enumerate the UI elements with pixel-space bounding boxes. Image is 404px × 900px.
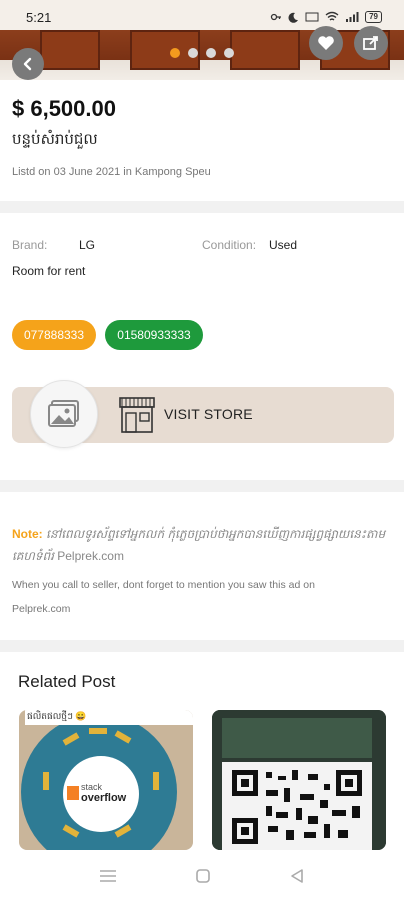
qr-code-image [212, 710, 386, 850]
section-divider [0, 201, 404, 213]
listing-date-location: Listd on 03 June 2021 in Kampong Speu [12, 166, 211, 178]
image-placeholder-icon [48, 400, 79, 427]
home-icon[interactable] [195, 868, 211, 884]
status-time: 5:21 [26, 9, 52, 25]
pager-dot[interactable] [224, 48, 234, 58]
category-text: Room for rent [12, 264, 86, 278]
note-site: Pelprek.com [57, 549, 124, 563]
listing-title: បន្ទប់សំរាប់ជួល [12, 131, 98, 148]
call-button-1[interactable]: 077888333 [12, 320, 96, 350]
battery-icon: 79 [365, 11, 382, 23]
stack-overflow-sticker-image [19, 710, 193, 850]
brand-label: Brand: [12, 238, 48, 252]
visit-store-label: VISIT STORE [164, 406, 253, 422]
brand-value: LG [79, 238, 96, 252]
key-icon [270, 13, 282, 21]
system-nav-bar [0, 852, 404, 900]
back-triangle-icon[interactable] [289, 868, 305, 884]
signal-icon [346, 12, 359, 22]
section-divider [0, 480, 404, 492]
stack-overflow-logo-text: stack overflow [81, 782, 127, 804]
share-icon [363, 36, 378, 50]
note-english-site: Pelprek.com [12, 603, 71, 615]
image-pager [170, 48, 234, 58]
moon-icon [288, 12, 299, 23]
chevron-left-icon [23, 57, 32, 71]
status-icons: 79 [270, 11, 382, 23]
note-english-text: When you call to seller, dont forget to … [12, 579, 315, 591]
condition-label: Condition: [202, 238, 257, 252]
condition-value: Used [269, 238, 298, 252]
pager-dot[interactable] [206, 48, 216, 58]
related-post-caption: ផលិតផលថ្មីៗ 😀 [25, 710, 193, 725]
back-button[interactable] [12, 48, 44, 80]
note-english: When you call to seller, dont forget to … [12, 573, 396, 621]
related-post-card[interactable]: ផលិតផលថ្មីៗ 😀 stack overflow [19, 710, 193, 850]
call-button-2[interactable]: 01580933333 [105, 320, 203, 350]
pager-dot[interactable] [170, 48, 180, 58]
door-shape [230, 30, 300, 70]
door-shape [40, 30, 100, 70]
speed-icon [305, 12, 319, 22]
note-label: Note: [12, 527, 43, 541]
store-avatar[interactable] [30, 380, 98, 448]
note-text: Note: នៅពេលទូរស័ព្ទទៅអ្នកលក់ កុំភ្លេចប្រ… [12, 523, 396, 567]
related-post-card[interactable] [212, 710, 386, 850]
store-icon [119, 397, 155, 433]
menu-icon[interactable] [99, 869, 117, 883]
heart-icon [318, 36, 334, 50]
related-post-title: Related Post [18, 672, 116, 691]
listing-price: $ 6,500.00 [12, 96, 116, 121]
section-divider [0, 640, 404, 652]
wifi-icon [325, 11, 339, 21]
status-bar: 5:21 79 [0, 0, 404, 34]
pager-dot[interactable] [188, 48, 198, 58]
